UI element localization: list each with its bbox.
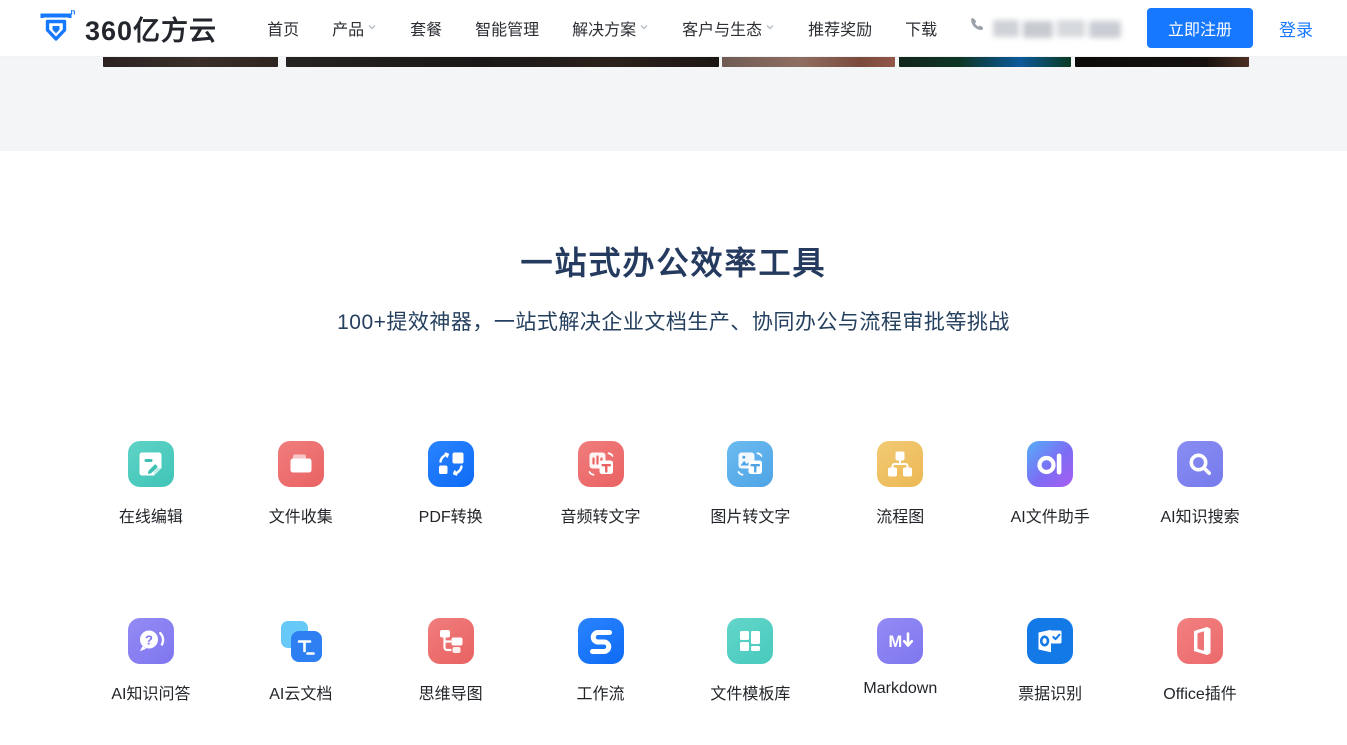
tool-label: AI云文档 — [269, 680, 332, 704]
nav-item-referral-rewards[interactable]: 推荐奖励 — [808, 16, 872, 40]
tool-label: 图片转文字 — [710, 503, 790, 527]
section-subtitle: 100+提效神器，一站式解决企业文档生产、协同办公与流程审批等挑战 — [0, 306, 1347, 336]
folder-icon — [278, 441, 324, 487]
tool-item[interactable]: Office插件 — [1125, 618, 1275, 704]
tool-item[interactable]: ? AI知识问答 — [76, 618, 226, 704]
tool-item[interactable]: AI文件助手 — [975, 441, 1125, 527]
tool-item[interactable]: AI云文档 — [226, 618, 376, 704]
chevron-down-icon — [765, 19, 775, 37]
workflow-icon — [578, 618, 624, 664]
tool-label: AI文件助手 — [1011, 503, 1090, 527]
tools-grid: 在线编辑 文件收集 — [76, 441, 1275, 704]
phone-icon — [968, 16, 987, 40]
image-to-text-icon — [727, 441, 773, 487]
tool-label: 工作流 — [577, 680, 625, 704]
mindmap-icon — [428, 618, 474, 664]
nav-item-download[interactable]: 下载 — [905, 16, 937, 40]
nav-item-plans[interactable]: 套餐 — [410, 16, 442, 40]
carousel-card-image[interactable] — [103, 57, 278, 67]
doc-edit-icon — [128, 441, 174, 487]
audio-to-text-icon — [578, 441, 624, 487]
cloud-doc-icon — [278, 618, 324, 664]
tool-item[interactable]: 图片转文字 — [676, 441, 826, 527]
tool-item[interactable]: M Markdown — [825, 618, 975, 704]
tool-label: AI知识问答 — [111, 680, 190, 704]
tool-item[interactable]: 思维导图 — [376, 618, 526, 704]
flowchart-icon — [877, 441, 923, 487]
nav-item-home[interactable]: 首页 — [267, 16, 299, 40]
page: n 360亿方云 首页 产品 套餐 智能管理 解决方案 客户与生态 推荐奖励 下… — [0, 0, 1347, 745]
nav-item-solutions[interactable]: 解决方案 — [572, 16, 649, 40]
tool-label: 思维导图 — [419, 680, 483, 704]
tool-label: 在线编辑 — [119, 503, 183, 527]
nav-item-smart-management[interactable]: 智能管理 — [475, 16, 539, 40]
login-link[interactable]: 登录 — [1279, 16, 1313, 41]
carousel-card-image[interactable] — [899, 57, 1071, 67]
nav-item-products[interactable]: 产品 — [332, 16, 377, 40]
tool-item[interactable]: 工作流 — [526, 618, 676, 704]
top-nav-bar: n 360亿方云 首页 产品 套餐 智能管理 解决方案 客户与生态 推荐奖励 下… — [0, 0, 1347, 57]
cloud-doc-front-square — [291, 631, 322, 662]
tool-item[interactable]: PDF转换 — [376, 441, 526, 527]
tool-item[interactable]: AI知识搜索 — [1125, 441, 1275, 527]
tool-item[interactable]: 文件模板库 — [676, 618, 826, 704]
tool-item[interactable]: 票据识别 — [975, 618, 1125, 704]
carousel-card-image[interactable] — [722, 57, 895, 67]
header-right: 立即注册 登录 — [968, 8, 1313, 48]
knowledge-search-icon — [1177, 441, 1223, 487]
template-grid-icon — [727, 618, 773, 664]
logo[interactable]: n 360亿方云 — [36, 6, 217, 51]
tool-label: PDF转换 — [419, 503, 483, 527]
carousel-strip — [103, 57, 1249, 67]
chevron-down-icon — [367, 19, 377, 37]
logo-shield-icon: n — [36, 6, 76, 51]
carousel-card-image[interactable] — [1075, 57, 1249, 67]
nav-item-customers-ecosystem[interactable]: 客户与生态 — [682, 16, 775, 40]
receipt-icon — [1027, 618, 1073, 664]
contact-phone — [968, 16, 1121, 40]
tool-label: 文件模板库 — [710, 680, 790, 704]
main-nav: 首页 产品 套餐 智能管理 解决方案 客户与生态 推荐奖励 下载 — [267, 16, 937, 40]
tool-label: AI知识搜索 — [1161, 503, 1240, 527]
svg-text:n: n — [71, 7, 76, 16]
tool-item[interactable]: 在线编辑 — [76, 441, 226, 527]
tool-label: 流程图 — [876, 503, 924, 527]
tool-item[interactable]: 流程图 — [825, 441, 975, 527]
carousel-card-image[interactable] — [286, 57, 719, 67]
ai-assistant-icon — [1027, 441, 1073, 487]
chevron-down-icon — [639, 19, 649, 37]
tool-label: 音频转文字 — [561, 503, 641, 527]
logo-text: 360亿方云 — [85, 9, 217, 48]
tools-section: 一站式办公效率工具 100+提效神器，一站式解决企业文档生产、协同办公与流程审批… — [0, 238, 1347, 704]
phone-number-blurred — [993, 18, 1121, 38]
hero-band — [0, 57, 1347, 151]
markdown-icon: M — [877, 618, 923, 664]
tool-label: 票据识别 — [1018, 680, 1082, 704]
register-button[interactable]: 立即注册 — [1147, 8, 1253, 48]
tool-label: Office插件 — [1163, 680, 1237, 704]
tool-item[interactable]: 音频转文字 — [526, 441, 676, 527]
office-icon — [1177, 618, 1223, 664]
tool-label: 文件收集 — [269, 503, 333, 527]
tool-item[interactable]: 文件收集 — [226, 441, 376, 527]
svg-text:?: ? — [145, 632, 153, 647]
section-title: 一站式办公效率工具 — [0, 238, 1347, 284]
svg-text:M: M — [889, 633, 903, 651]
tool-label: Markdown — [863, 680, 937, 698]
convert-icon — [428, 441, 474, 487]
qa-bubble-icon: ? — [128, 618, 174, 664]
